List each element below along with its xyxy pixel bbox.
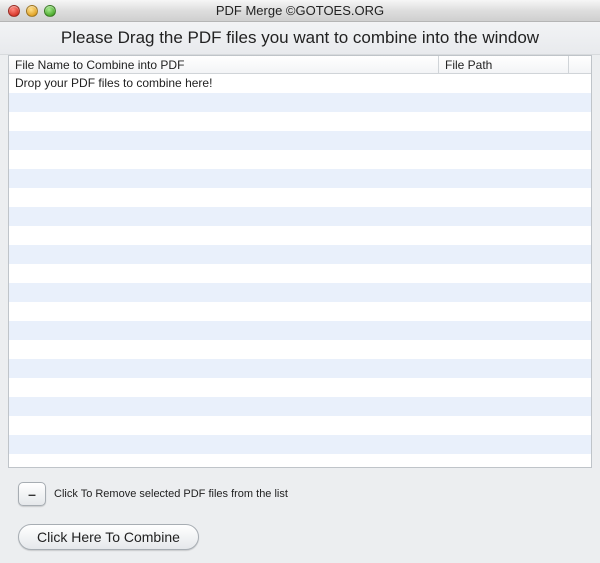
minimize-icon[interactable] <box>26 5 38 17</box>
column-header-filename[interactable]: File Name to Combine into PDF <box>9 56 439 73</box>
combine-button[interactable]: Click Here To Combine <box>18 524 199 550</box>
column-header-filepath[interactable]: File Path <box>439 56 569 73</box>
table-row[interactable] <box>9 416 591 435</box>
minus-icon: – <box>28 486 36 502</box>
remove-row: – Click To Remove selected PDF files fro… <box>18 482 582 506</box>
table-row[interactable] <box>9 131 591 150</box>
table-rows[interactable]: Drop your PDF files to combine here! <box>9 74 591 467</box>
instruction-text: Please Drag the PDF files you want to co… <box>0 22 600 55</box>
table-row[interactable] <box>9 321 591 340</box>
cell-path <box>439 74 591 93</box>
table-row[interactable]: Drop your PDF files to combine here! <box>9 74 591 93</box>
placeholder-text: Drop your PDF files to combine here! <box>9 74 439 93</box>
table-row[interactable] <box>9 264 591 283</box>
table-row[interactable] <box>9 378 591 397</box>
table-row[interactable] <box>9 302 591 321</box>
table-row[interactable] <box>9 93 591 112</box>
table-row[interactable] <box>9 150 591 169</box>
table-row[interactable] <box>9 169 591 188</box>
table-row[interactable] <box>9 283 591 302</box>
table-row[interactable] <box>9 245 591 264</box>
table-row[interactable] <box>9 397 591 416</box>
column-header-end <box>569 56 591 73</box>
controls-area: – Click To Remove selected PDF files fro… <box>0 468 600 560</box>
remove-button[interactable]: – <box>18 482 46 506</box>
table-row[interactable] <box>9 435 591 454</box>
close-icon[interactable] <box>8 5 20 17</box>
table-row[interactable] <box>9 112 591 131</box>
traffic-lights <box>0 5 56 17</box>
table-header: File Name to Combine into PDF File Path <box>9 56 591 74</box>
file-list-table[interactable]: File Name to Combine into PDF File Path … <box>8 55 592 468</box>
table-row[interactable] <box>9 359 591 378</box>
table-row[interactable] <box>9 226 591 245</box>
window-title: PDF Merge ©GOTOES.ORG <box>0 3 600 18</box>
table-row[interactable] <box>9 207 591 226</box>
table-row[interactable] <box>9 188 591 207</box>
zoom-icon[interactable] <box>44 5 56 17</box>
table-row[interactable] <box>9 454 591 467</box>
remove-label: Click To Remove selected PDF files from … <box>54 488 288 500</box>
table-row[interactable] <box>9 340 591 359</box>
titlebar: PDF Merge ©GOTOES.ORG <box>0 0 600 22</box>
